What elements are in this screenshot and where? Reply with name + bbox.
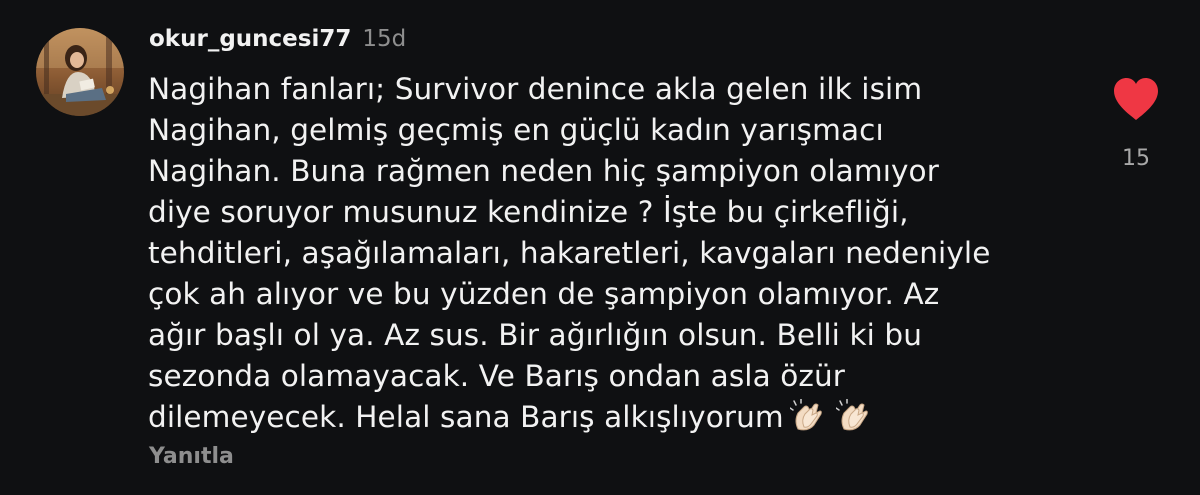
- comment-line: ağır başlı ol ya. Az sus. Bir ağırlığın …: [148, 318, 923, 352]
- timestamp: 15d: [362, 26, 407, 52]
- like-count: 15: [1122, 146, 1150, 171]
- clapping-hands-icon: [788, 398, 830, 444]
- reply-button[interactable]: Yanıtla: [149, 444, 234, 469]
- comment-line: Nagihan, gelmiş geçmiş en güçlü kadın ya…: [148, 113, 884, 147]
- comment-line: tehditleri, aşağılamaları, hakaretleri, …: [148, 236, 991, 270]
- comment-line: çok ah alıyor ve bu yüzden de şampiyon o…: [148, 277, 940, 311]
- comment-line: sezonda olamayacak. Ve Barış ondan asla …: [148, 359, 846, 393]
- heart-icon: [1114, 78, 1158, 120]
- username[interactable]: okur_guncesi77: [149, 26, 351, 52]
- comment-line: Nagihan. Buna rağmen neden hiç şampiyon …: [148, 154, 939, 188]
- clapping-hands-icon: [834, 398, 876, 444]
- like-section: 15: [1108, 76, 1164, 186]
- avatar[interactable]: [36, 28, 124, 116]
- comment-header: okur_guncesi77 15d: [149, 26, 406, 60]
- like-button[interactable]: [1111, 76, 1161, 122]
- avatar-image: [36, 28, 124, 116]
- comment-line: Nagihan fanları; Survivor denince akla g…: [148, 72, 923, 106]
- comment: okur_guncesi77 15d Nagihan fanları; Surv…: [0, 0, 1200, 495]
- comment-line: dilemeyecek. Helal sana Barış alkışlıyor…: [148, 400, 784, 434]
- comment-text: Nagihan fanları; Survivor denince akla g…: [148, 69, 1048, 444]
- comment-line: diye soruyor musunuz kendinize ? İşte bu…: [148, 195, 909, 229]
